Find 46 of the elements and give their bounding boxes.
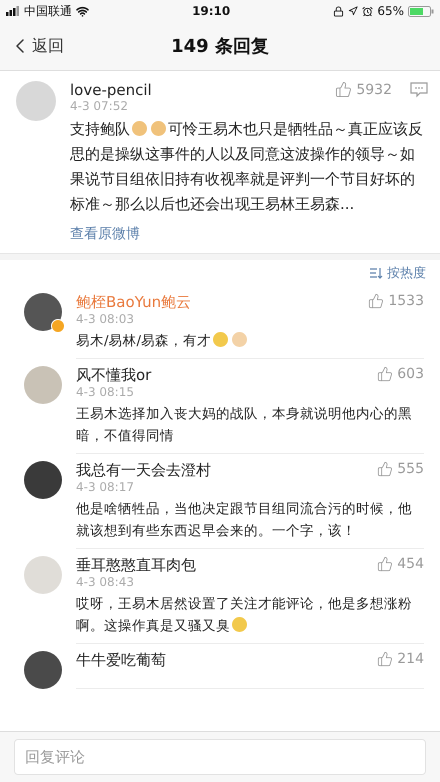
page-title: 149 条回复 (171, 35, 269, 58)
clock-time: 19:10 (192, 4, 230, 18)
comment-text: 他是啥牺牲品，当他决定跟节目组同流合污的时候，他就该想到有些东西迟早会来的。一个字，该！ (76, 500, 413, 541)
comment-time: 4-3 08:03 (76, 312, 135, 326)
battery-percentage: 65% (377, 4, 404, 18)
like-count: 214 (397, 651, 424, 667)
commenter-name: 风不懂我or (76, 366, 152, 385)
sort-button[interactable]: 按热度 (370, 264, 426, 282)
commenter-name: 鲍桎BaoYun鲍云 (76, 293, 192, 312)
like-icon[interactable] (335, 81, 352, 98)
commenter-name: 垂耳憨憨直耳肉包 (76, 556, 196, 575)
comment-time: 4-3 08:43 (76, 575, 135, 589)
location-icon (348, 6, 358, 16)
comment-text: 哎呀，王易木居然设置了关注才能评论，他是多想涨粉啊。这操作真是又骚又臭 (76, 595, 413, 636)
view-original-link[interactable]: 查看原微博 (70, 225, 428, 243)
alarm-icon (362, 6, 374, 16)
like-count: 603 (397, 366, 424, 382)
avatar-placeholder (24, 293, 62, 331)
comment-text: 易木/易林/易森，有才 (76, 330, 424, 352)
comment-time: 4-3 08:15 (76, 385, 135, 399)
like-count: 5932 (356, 82, 392, 98)
author-name: love-pencil (70, 81, 152, 99)
signal-icon (6, 6, 20, 16)
comment-icon[interactable] (410, 82, 428, 98)
comment-text: 王易木选择加入丧大妈的战队，本身就说明他内心的黑暗，不值得同情 (76, 405, 413, 446)
like-icon[interactable] (377, 651, 394, 667)
like-count: 454 (397, 556, 424, 572)
reply-input-field[interactable]: 回复评论 (14, 739, 426, 775)
post-text: 支持鲍队 可怜王易木也只是牺牲品～真正应该反思的是操纵这事件的人以及同意这波操作的领导～如果说节目组依旧持有收视率就是评判一个节目好坏的标准～那么以后也还会出现王易林王易森... (70, 119, 424, 215)
like-count: 555 (397, 461, 424, 477)
battery-icon (408, 6, 434, 16)
wifi-icon (76, 4, 89, 18)
like-icon[interactable] (377, 366, 394, 382)
carrier-name: 中国联通 (24, 2, 72, 20)
commenter-name: 我总有一天会去澄村 (76, 461, 211, 480)
like-icon[interactable] (368, 293, 384, 309)
comment-time: 4-3 08:17 (76, 480, 135, 494)
back-button[interactable]: 返回 (0, 34, 72, 58)
lock-icon (333, 6, 344, 16)
like-icon[interactable] (377, 461, 394, 477)
sort-icon (370, 268, 383, 278)
avatar-placeholder (16, 81, 56, 121)
commenter-name: 牛牛爱吃葡萄 (76, 651, 166, 670)
like-icon[interactable] (377, 556, 394, 572)
post-time: 4-3 07:52 (70, 99, 129, 113)
like-count: 1533 (388, 293, 424, 309)
